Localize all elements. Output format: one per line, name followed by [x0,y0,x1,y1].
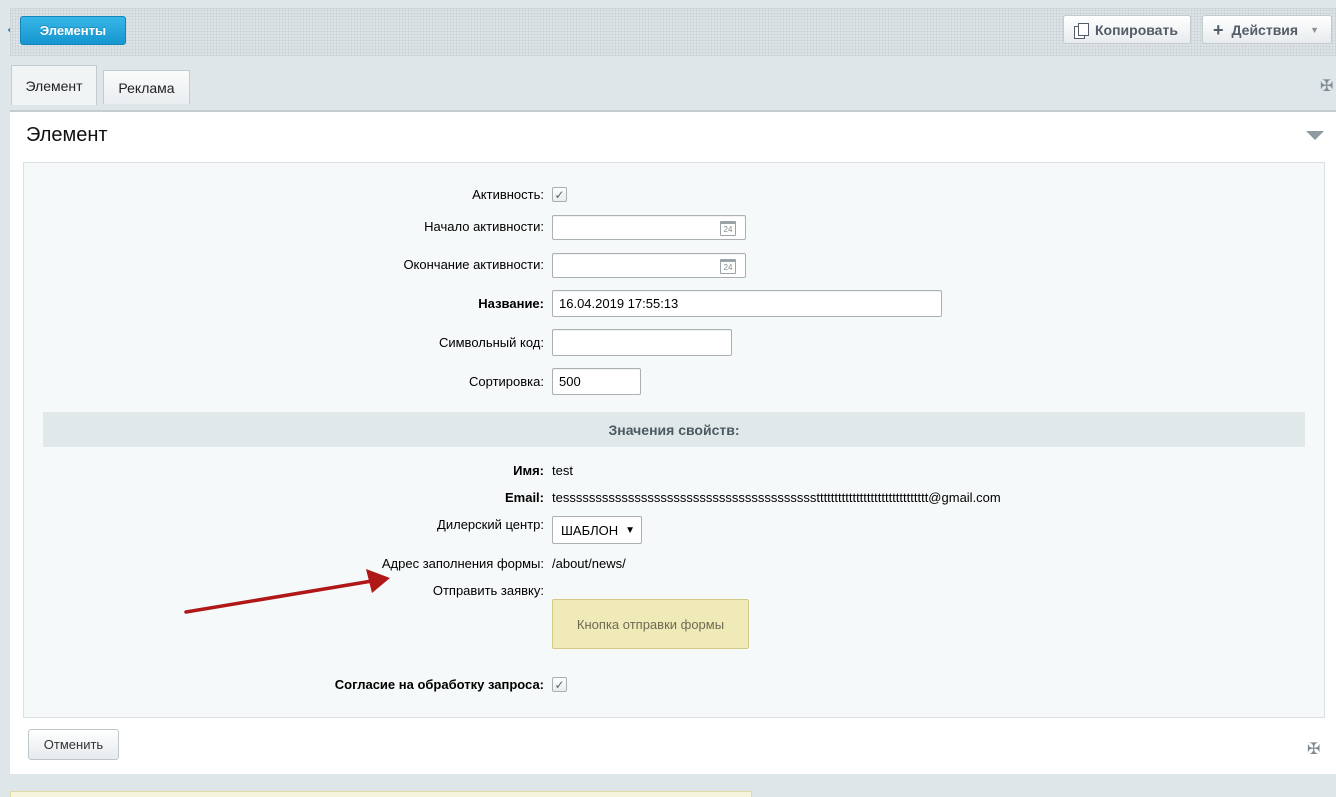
annotation-arrow-icon [184,569,390,614]
dealer-label: Дилерский центр: [437,517,544,532]
pin-icon[interactable]: ✠ [1307,739,1320,759]
code-input[interactable] [552,329,732,356]
consent-label: Согласие на обработку запроса: [334,677,544,692]
form-submit-button[interactable]: Кнопка отправки формы [552,599,749,649]
active-checkbox[interactable]: ✓ [552,187,567,202]
tab-advertising-label: Реклама [118,79,175,96]
copy-button-label: Копировать [1095,21,1178,38]
pin-icon[interactable]: ✠ [1320,76,1333,96]
email-value: tessssssssssssssssssssssssssssssssssssss… [552,490,1001,505]
actions-button[interactable]: + Действия ▼ [1202,15,1332,44]
start-activity-field[interactable]: 24 [552,215,746,240]
check-icon: ✓ [554,187,565,202]
name-input[interactable]: 16.04.2019 17:55:13 [552,290,942,317]
prop-name-value: test [552,463,573,478]
calendar-icon[interactable]: 24 [720,221,736,236]
back-to-elements-button[interactable]: Элементы [20,16,126,45]
prop-name-label: Имя: [513,463,544,478]
copy-button[interactable]: Копировать [1063,15,1191,44]
code-label: Символьный код: [438,335,544,350]
address-value: /about/news/ [552,556,626,571]
calendar-icon[interactable]: 24 [720,259,736,274]
tab-element[interactable]: Элемент [11,65,97,105]
calendar-icon-text: 24 [723,225,733,234]
dropdown-arrow-icon: ▼ [625,524,635,536]
plus-icon: + [1213,19,1224,40]
email-label: Email: [504,490,544,505]
sort-label: Сортировка: [469,374,544,389]
chevron-down-icon: ▼ [1310,24,1319,35]
tab-advertising[interactable]: Реклама [103,70,190,104]
dealer-select-value: ШАБЛОН [561,522,619,538]
end-activity-label: Окончание активности: [403,257,544,272]
bottom-notice-strip [10,791,752,797]
sort-input-value: 500 [559,374,581,389]
actions-button-label: Действия [1231,21,1299,38]
tab-element-label: Элемент [25,77,83,94]
consent-checkbox[interactable]: ✓ [552,677,567,692]
end-activity-field[interactable]: 24 [552,253,746,278]
sort-input[interactable]: 500 [552,368,641,395]
dealer-select[interactable]: ШАБЛОН ▼ [552,516,642,544]
copy-icon [1074,22,1089,39]
name-label: Название: [478,296,544,311]
cancel-button[interactable]: Отменить [28,729,119,760]
back-button-label: Элементы [39,23,107,38]
check-icon: ✓ [554,677,565,692]
calendar-icon-text: 24 [723,263,733,272]
name-input-value: 16.04.2019 17:55:13 [559,296,679,311]
start-activity-label: Начало активности: [424,219,544,234]
properties-header: Значения свойств: [43,412,1305,447]
section-title: Элемент [26,124,108,146]
collapse-icon[interactable] [1306,131,1324,140]
active-label: Активность: [472,187,544,202]
